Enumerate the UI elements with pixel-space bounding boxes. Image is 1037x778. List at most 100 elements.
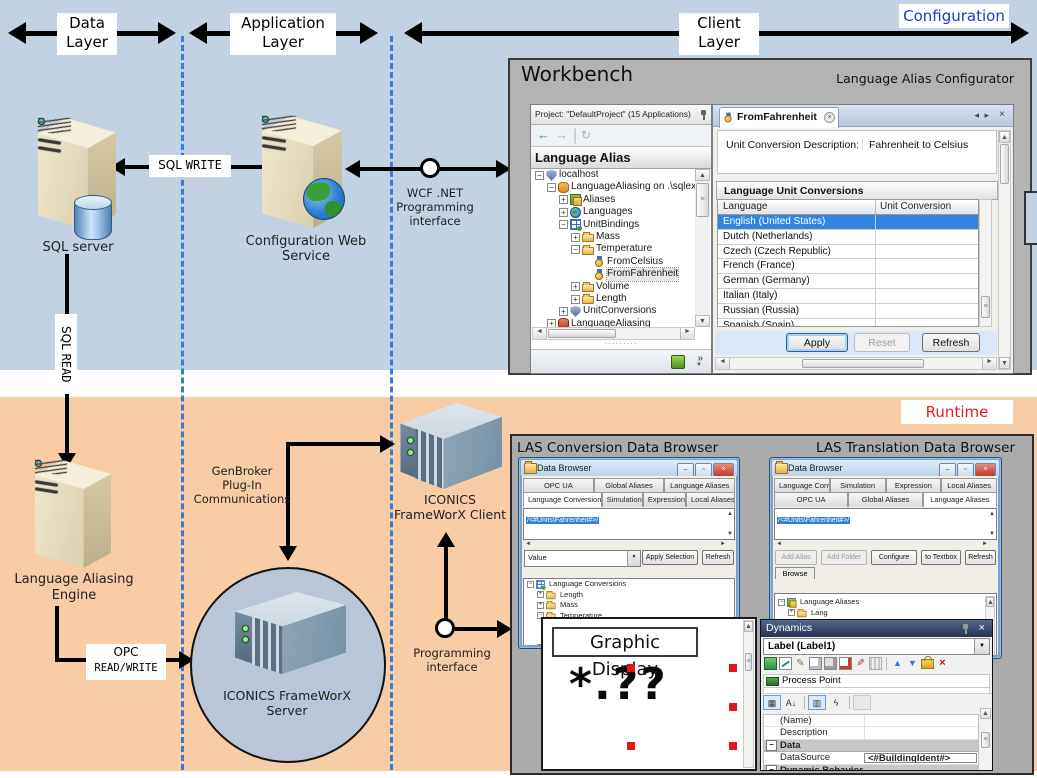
tab-global-aliases[interactable]: Global Aliases (594, 478, 665, 493)
scroll-left-icon[interactable]: ◄ (533, 328, 547, 339)
explorer-vscrollbar[interactable]: ▲ ≡ ▼ (695, 169, 710, 327)
tree-item-mass[interactable]: +Mass (524, 600, 734, 611)
tab-opc-ua[interactable]: OPC UA (523, 478, 594, 493)
property-value[interactable] (864, 715, 978, 726)
tree-item-fromcelsius[interactable]: FromCelsius (532, 256, 695, 268)
button-to-textbox[interactable]: to Textbox (921, 550, 961, 565)
scroll-up-icon[interactable]: ▲ (744, 621, 753, 632)
refresh-button[interactable]: Refresh (922, 333, 980, 352)
selection-handle[interactable] (627, 664, 635, 672)
tab-language-conversions[interactable]: Language Conversions (774, 478, 830, 493)
tree-item-length[interactable]: +Length (532, 293, 695, 305)
tree-toggle-icon[interactable]: + (559, 195, 568, 204)
scroll-down-icon[interactable]: ▼ (727, 531, 733, 537)
editor-vscrollbar[interactable]: ▲ ▼ (998, 130, 1011, 370)
sort-icon[interactable]: A↓ (782, 695, 800, 710)
graphic-display-content[interactable]: *.?? (569, 659, 741, 710)
tree-item-languages[interactable]: +Languages (532, 206, 695, 218)
pin-icon[interactable] (960, 624, 970, 634)
dynamics-titlebar[interactable]: Dynamics × (761, 620, 992, 637)
tree-item-aliases[interactable]: +Aliases (532, 194, 695, 206)
scroll-right-icon[interactable]: ► (680, 328, 694, 339)
tab-simulation[interactable]: Simulation (830, 478, 886, 493)
dropdown-icon[interactable]: ▼ (696, 362, 702, 368)
scroll-down-icon[interactable]: ▼ (695, 315, 710, 327)
scrollbar-thumb[interactable]: ≡ (696, 183, 709, 217)
tab-browse[interactable]: Browse (775, 567, 815, 579)
collapse-icon[interactable]: − (766, 765, 777, 771)
scroll-left-icon[interactable]: ◄ (716, 358, 730, 369)
categorized-icon[interactable]: ▦ (763, 695, 781, 710)
language-row[interactable]: French (France) (718, 259, 978, 274)
tree-item-temperature[interactable]: −Temperature (532, 243, 695, 255)
scroll-up-icon[interactable]: ▲ (999, 131, 1010, 143)
tab-global-aliases[interactable]: Global Aliases (848, 492, 922, 507)
tree-item-mass[interactable]: +Mass (532, 231, 695, 243)
maximize-button[interactable]: ▫ (957, 463, 974, 477)
maximize-button[interactable]: ▫ (695, 463, 712, 477)
tab-language-aliases[interactable]: Language Aliases (923, 492, 997, 507)
tab-fromfahrenheit[interactable]: FromFahrenheit × (719, 107, 839, 128)
property-value[interactable]: <#BuildingIdent#> (864, 753, 977, 762)
forward-icon[interactable]: → (555, 127, 568, 142)
scrollbar-thumb[interactable] (1000, 144, 1009, 184)
tab-opc-ua[interactable]: OPC UA (774, 492, 848, 507)
tree-item-localhost[interactable]: −localhost (532, 169, 695, 181)
process-point-item[interactable]: Process Point (763, 674, 990, 688)
tab-expression[interactable]: Expression (643, 492, 686, 507)
sq2-icon[interactable] (824, 657, 837, 670)
tree-toggle-icon[interactable]: − (535, 171, 544, 180)
window-titlebar[interactable]: Data Browser – ▫ × (521, 460, 737, 476)
tree-item-fromfahrenheit[interactable]: FromFahrenheit (532, 268, 695, 280)
window-titlebar[interactable]: Data Browser – ▫ × (772, 460, 999, 476)
scrollbar-thumb[interactable] (802, 359, 924, 368)
editor-hscrollbar[interactable]: ◄ ► (715, 357, 997, 370)
path-textarea[interactable]: /<#Units\Fahrenheit#>/ ▲ ▼ ◄ ► (523, 508, 735, 540)
scroll-right-icon[interactable]: ► (720, 541, 726, 547)
selection-handle[interactable] (729, 742, 737, 750)
language-row[interactable]: Russian (Russia) (718, 304, 978, 319)
reset-button[interactable]: Reset (854, 333, 910, 352)
property-value[interactable] (864, 727, 978, 738)
scrollbar-thumb[interactable] (548, 329, 616, 338)
tree-item-unitbindings[interactable]: −UnitBindings (532, 219, 695, 231)
selection-handle[interactable] (729, 664, 737, 672)
down-icon[interactable]: ▼ (906, 657, 919, 670)
apply-selection-button[interactable]: Apply Selection (642, 550, 698, 565)
refresh-icon[interactable]: ↻ (581, 128, 591, 142)
language-row[interactable]: Spanish (Spain) (718, 319, 978, 327)
tab-language-aliases[interactable]: Language Aliases (664, 478, 735, 493)
language-row[interactable]: German (Germany) (718, 274, 978, 289)
tree-item-length[interactable]: +Length (524, 590, 734, 601)
language-row[interactable]: Dutch (Netherlands) (718, 230, 978, 245)
minimize-button[interactable]: – (677, 463, 694, 477)
lock-icon[interactable] (921, 659, 934, 669)
tree-item-language-aliases[interactable]: −Language Aliases (775, 597, 996, 608)
apply-button[interactable]: Apply (786, 333, 848, 352)
path-textarea[interactable]: /<#Units\Fahrenheit#>/ ▲ ▼ ◄ ► (774, 508, 997, 540)
back-icon[interactable]: ← (537, 127, 550, 142)
splitter-dots[interactable]: ········· (531, 340, 711, 349)
tab-local-aliases[interactable]: Local Aliases (941, 478, 997, 493)
kbd-icon[interactable] (869, 657, 882, 670)
scroll-up-icon[interactable]: ▲ (989, 511, 995, 517)
eraser-icon[interactable]: ✎ (854, 657, 867, 670)
column-language[interactable]: Language (718, 200, 875, 214)
dynamics-vscrollbar[interactable]: ▲ ≡ (980, 708, 991, 770)
tab-simulation[interactable]: Simulation (602, 492, 643, 507)
tree-toggle-icon[interactable]: + (571, 233, 580, 242)
tree-toggle-icon[interactable]: + (547, 319, 556, 327)
tree-item-volume[interactable]: +Volume (532, 281, 695, 293)
scroll-down-icon[interactable]: ▼ (989, 531, 995, 537)
pin-icon[interactable] (698, 110, 708, 120)
up-icon[interactable]: ▲ (891, 657, 904, 670)
sq1-icon[interactable] (809, 657, 822, 670)
selection-handle[interactable] (627, 742, 635, 750)
tree-item-languagealiasing-on-sqlexpr[interactable]: −LanguageAliasing on .\sqlexpr (532, 181, 695, 193)
tree-item-language-conversions[interactable]: −Language Conversions (524, 579, 734, 590)
cube-icon[interactable] (764, 657, 777, 670)
minimize-button[interactable]: – (939, 463, 956, 477)
explorer-hscrollbar[interactable]: ◄ ► (532, 327, 695, 340)
tree-toggle-icon[interactable]: − (778, 599, 785, 606)
tree-toggle-icon[interactable]: + (559, 208, 568, 217)
